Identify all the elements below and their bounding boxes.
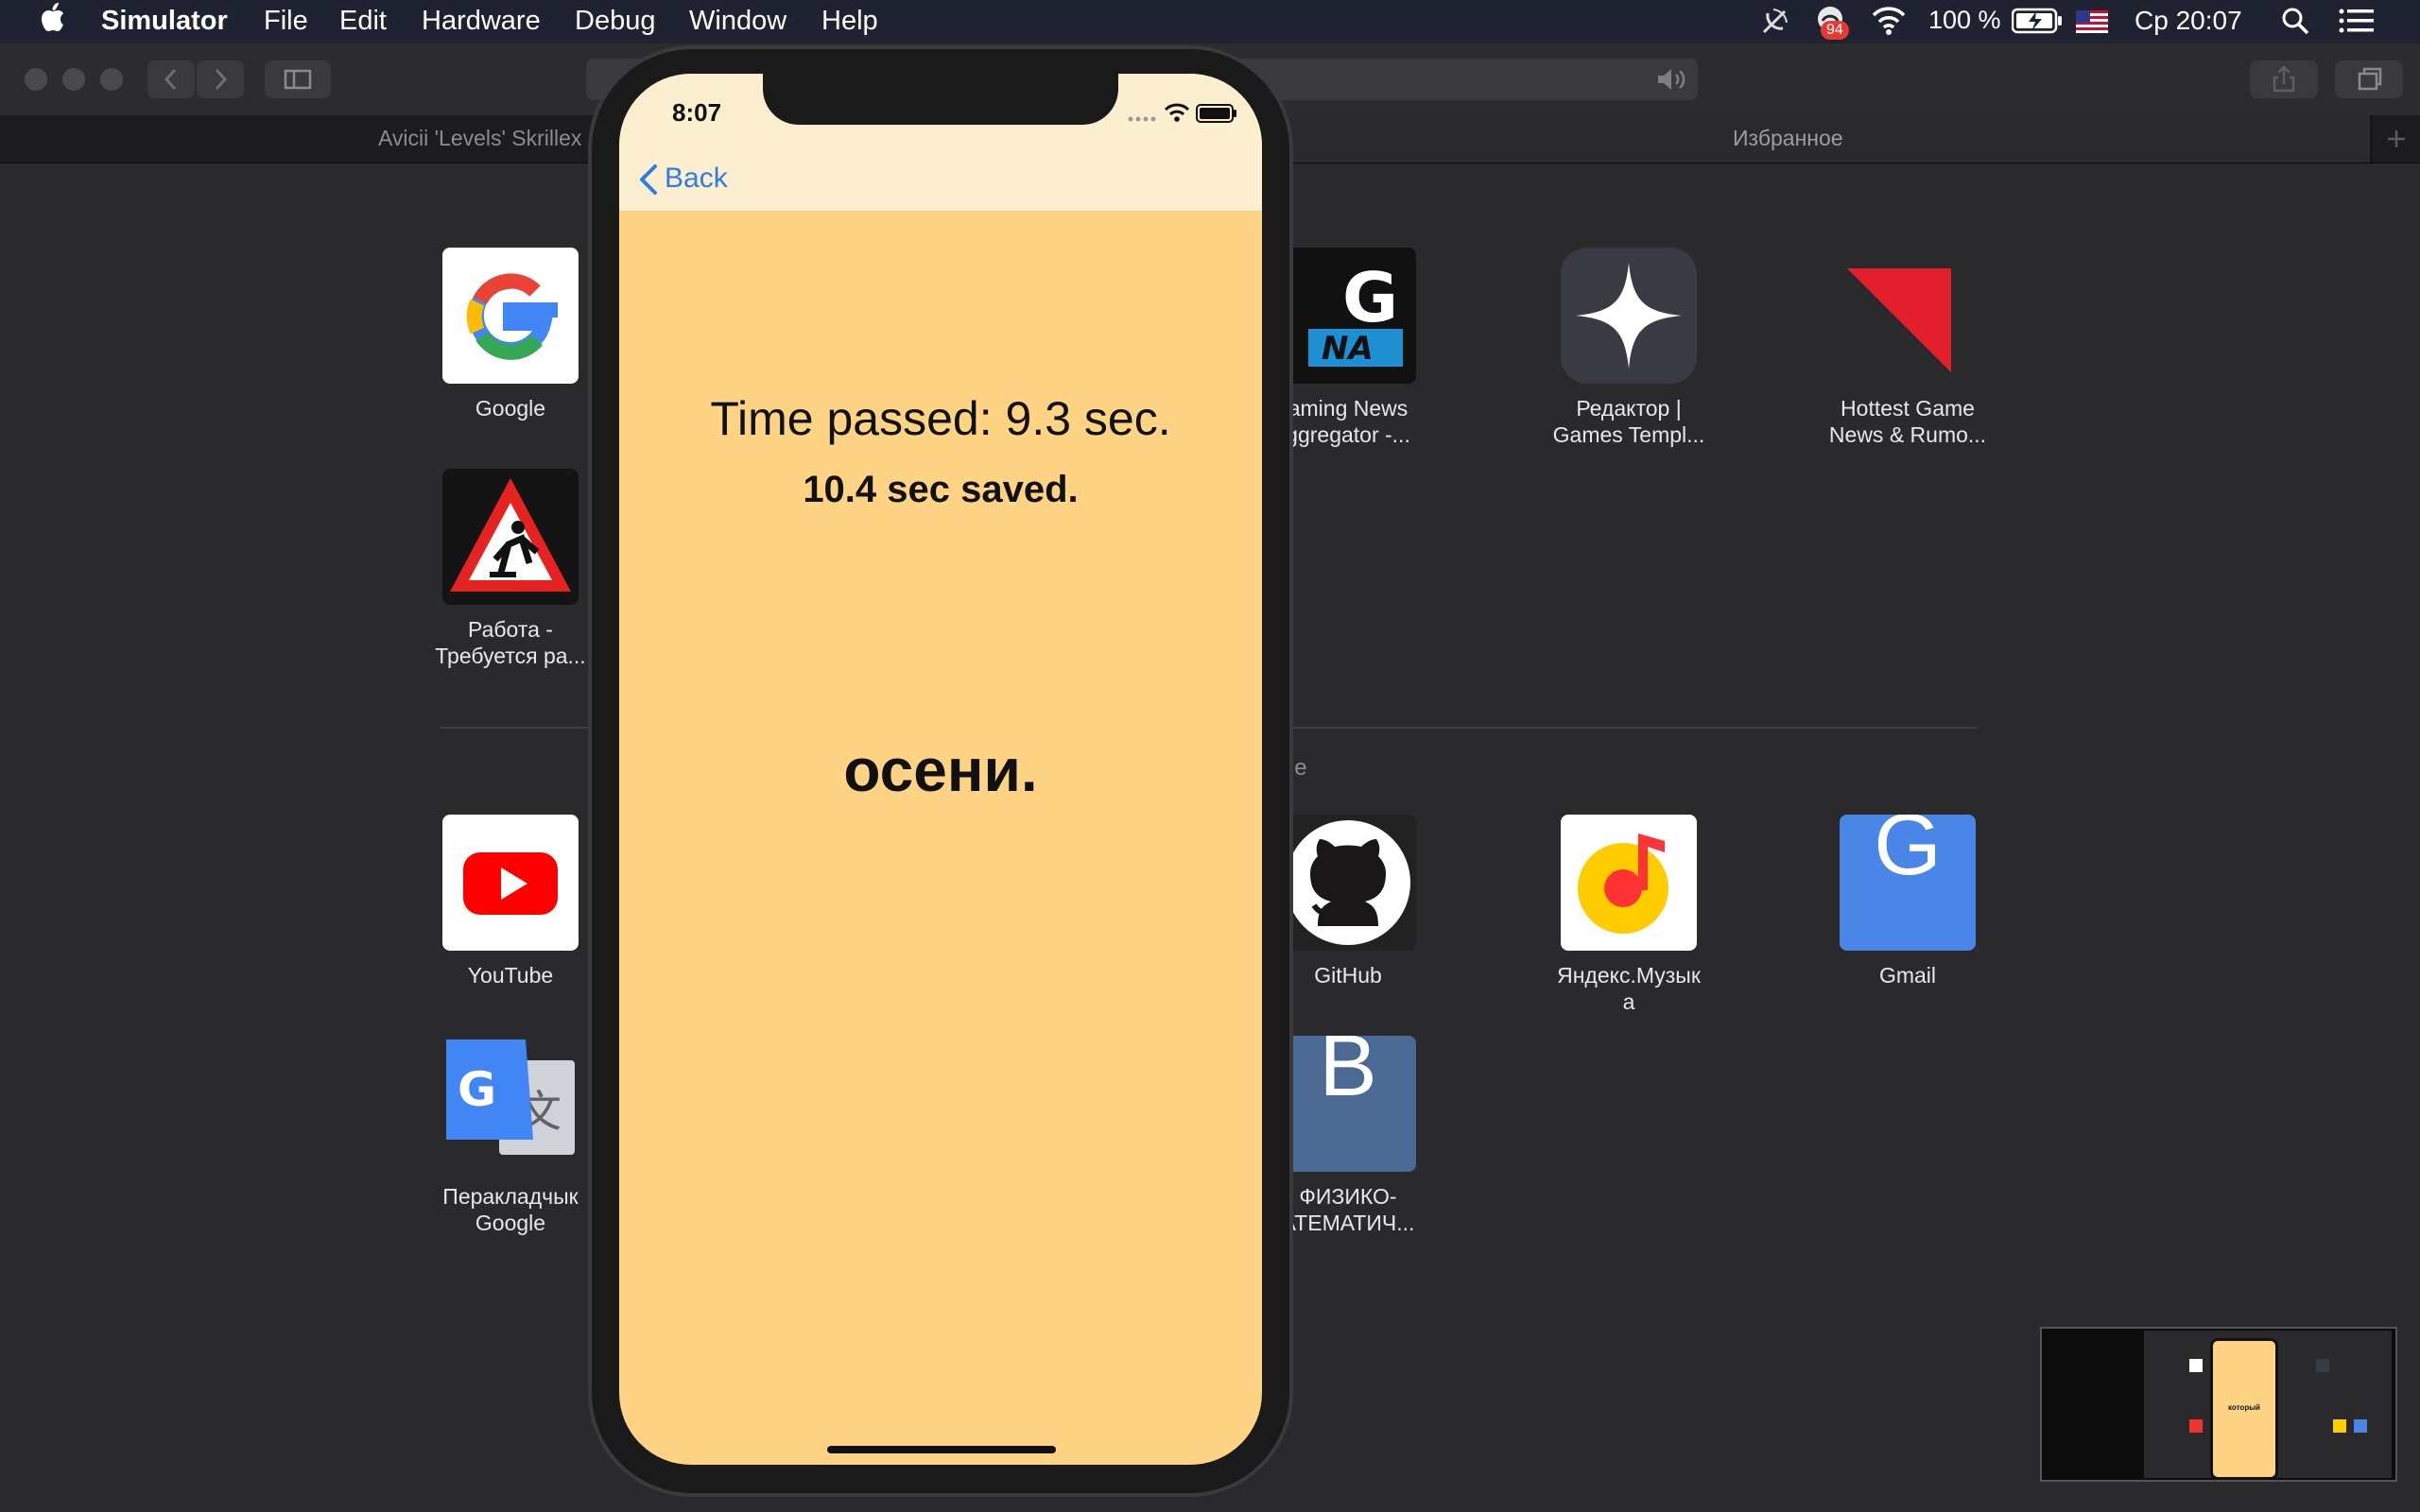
roadwork-sign-icon bbox=[442, 469, 579, 605]
satellite-dish-icon[interactable] bbox=[1758, 4, 1792, 45]
home-indicator[interactable] bbox=[827, 1446, 1056, 1453]
sidebar-icon bbox=[284, 69, 312, 90]
menu-window[interactable]: Window bbox=[689, 6, 786, 37]
nav-back-label: Back bbox=[665, 163, 728, 194]
sparkle-star-icon bbox=[1561, 248, 1697, 384]
favorite-label: Яндекс.Музык а bbox=[1557, 963, 1701, 1014]
status-wifi-icon bbox=[1164, 102, 1190, 128]
thumbnail-preview: который bbox=[2144, 1331, 2392, 1480]
favorite-google[interactable]: Google bbox=[416, 248, 605, 421]
svg-text:NA: NA bbox=[1322, 330, 1374, 368]
time-saved-label: 10.4 sec saved. bbox=[803, 469, 1079, 510]
battery-charging-icon[interactable] bbox=[2011, 8, 2063, 42]
menu-edit[interactable]: Edit bbox=[339, 6, 387, 37]
tab-favorites[interactable]: Избранное bbox=[1192, 115, 2370, 163]
favorite-label: Работа - Требуется ра... bbox=[435, 617, 586, 668]
tabs-icon bbox=[2358, 67, 2382, 91]
chevron-left-icon bbox=[640, 164, 657, 195]
favorite-label: Gmail bbox=[1878, 963, 1937, 988]
sidebar-toggle-button[interactable] bbox=[265, 60, 331, 98]
window-zoom-button[interactable] bbox=[100, 68, 123, 91]
favorite-letter: G bbox=[1874, 815, 1942, 893]
favorite-label: Hottest Game News & Rumo... bbox=[1828, 396, 1987, 447]
plus-icon bbox=[2388, 130, 2405, 147]
app-menu-simulator[interactable]: Simulator bbox=[101, 6, 228, 37]
tab-title: Избранное bbox=[1733, 126, 1843, 150]
favorite-label: Перакладчык Google bbox=[442, 1184, 579, 1235]
favorite-gmail[interactable]: G Gmail bbox=[1813, 815, 2002, 988]
favorite-redaktor[interactable]: Редактор | Games Templ... bbox=[1534, 248, 1723, 448]
apple-menu-icon[interactable] bbox=[38, 2, 66, 42]
menu-hardware[interactable]: Hardware bbox=[422, 6, 541, 37]
status-time: 8:07 bbox=[672, 98, 722, 127]
thumbnail-icon bbox=[2189, 1419, 2203, 1433]
thumbnail-icon bbox=[2333, 1419, 2346, 1433]
share-icon bbox=[2273, 65, 2295, 93]
favorite-label: Редактор | Games Templ... bbox=[1552, 396, 1705, 447]
phone-screen: 8:07 Back Time passed: 9.3 sec. 10.4 sec… bbox=[619, 74, 1262, 1465]
forward-nav-button[interactable] bbox=[197, 60, 244, 98]
new-tab-button[interactable] bbox=[2371, 115, 2420, 163]
favorite-youtube[interactable]: YouTube bbox=[416, 815, 605, 988]
phone-side-button bbox=[581, 323, 587, 418]
notification-center-icon[interactable] bbox=[2339, 8, 2375, 42]
favorite-letter: B bbox=[1319, 1036, 1377, 1114]
favorite-hottest-game[interactable]: Hottest Game News & Rumo... bbox=[1813, 248, 2002, 448]
letter-g-icon: G bbox=[1840, 815, 1976, 951]
favorite-google-translate[interactable]: 文G Перакладчык Google bbox=[416, 1036, 605, 1236]
tab-title: Avicii 'Levels' Skrillex bbox=[378, 126, 582, 150]
phone-notch bbox=[763, 74, 1118, 125]
notification-badge: 94 bbox=[1821, 21, 1849, 40]
battery-percentage[interactable]: 100 % bbox=[1928, 6, 2001, 35]
back-nav-button[interactable] bbox=[147, 60, 195, 98]
input-source-flag-icon[interactable] bbox=[2076, 9, 2108, 41]
screenshot-thumbnail[interactable]: который bbox=[2040, 1327, 2397, 1482]
thumbnail-icon bbox=[2354, 1419, 2367, 1433]
favorite-label: Google bbox=[475, 396, 546, 421]
menu-bar: Simulator File Edit Hardware Debug Windo… bbox=[0, 0, 2420, 43]
status-battery-icon bbox=[1196, 104, 1237, 128]
svg-text:G: G bbox=[1342, 258, 1398, 337]
red-corner-icon bbox=[1840, 248, 1976, 384]
svg-text:G: G bbox=[458, 1062, 496, 1117]
wifi-icon[interactable] bbox=[1870, 4, 1908, 43]
phone-side-button bbox=[581, 229, 587, 285]
thumbnail-icon bbox=[2316, 1359, 2329, 1372]
menubar-clock[interactable]: Ср 20:07 bbox=[2135, 6, 2242, 36]
favorite-rabota[interactable]: Работа - Требуется ра... bbox=[416, 469, 605, 669]
spotlight-search-icon[interactable] bbox=[2280, 6, 2310, 43]
gna-icon: G NA bbox=[1280, 248, 1416, 384]
time-passed-label: Time passed: 9.3 sec. bbox=[710, 392, 1171, 445]
google-icon bbox=[442, 248, 579, 384]
thumbnail-phone: который bbox=[2210, 1338, 2278, 1480]
yandex-music-icon bbox=[1561, 815, 1697, 951]
phone-side-button bbox=[581, 435, 587, 529]
letter-b-icon: B bbox=[1280, 1036, 1416, 1172]
menu-debug[interactable]: Debug bbox=[575, 6, 655, 37]
menu-file[interactable]: File bbox=[264, 6, 308, 37]
thumbnail-word: который bbox=[2228, 1403, 2260, 1412]
google-translate-icon: 文G bbox=[442, 1036, 579, 1172]
window-minimize-button[interactable] bbox=[62, 68, 85, 91]
favorite-label: YouTube bbox=[467, 963, 554, 988]
favorite-yandex-music[interactable]: Яндекс.Музык а bbox=[1534, 815, 1723, 1015]
speaker-icon[interactable] bbox=[1654, 66, 1688, 97]
window-close-button[interactable] bbox=[25, 68, 47, 91]
cellular-signal-icon bbox=[1128, 112, 1158, 129]
youtube-icon bbox=[442, 815, 579, 951]
share-button[interactable] bbox=[2250, 60, 2318, 98]
thumbnail-icon bbox=[2189, 1359, 2203, 1372]
chevron-left-icon bbox=[164, 68, 177, 91]
github-icon bbox=[1280, 815, 1416, 951]
menu-help[interactable]: Help bbox=[821, 6, 878, 37]
tabs-overview-button[interactable] bbox=[2335, 60, 2403, 98]
current-word: осени. bbox=[843, 736, 1038, 804]
chevron-right-icon bbox=[215, 68, 228, 91]
